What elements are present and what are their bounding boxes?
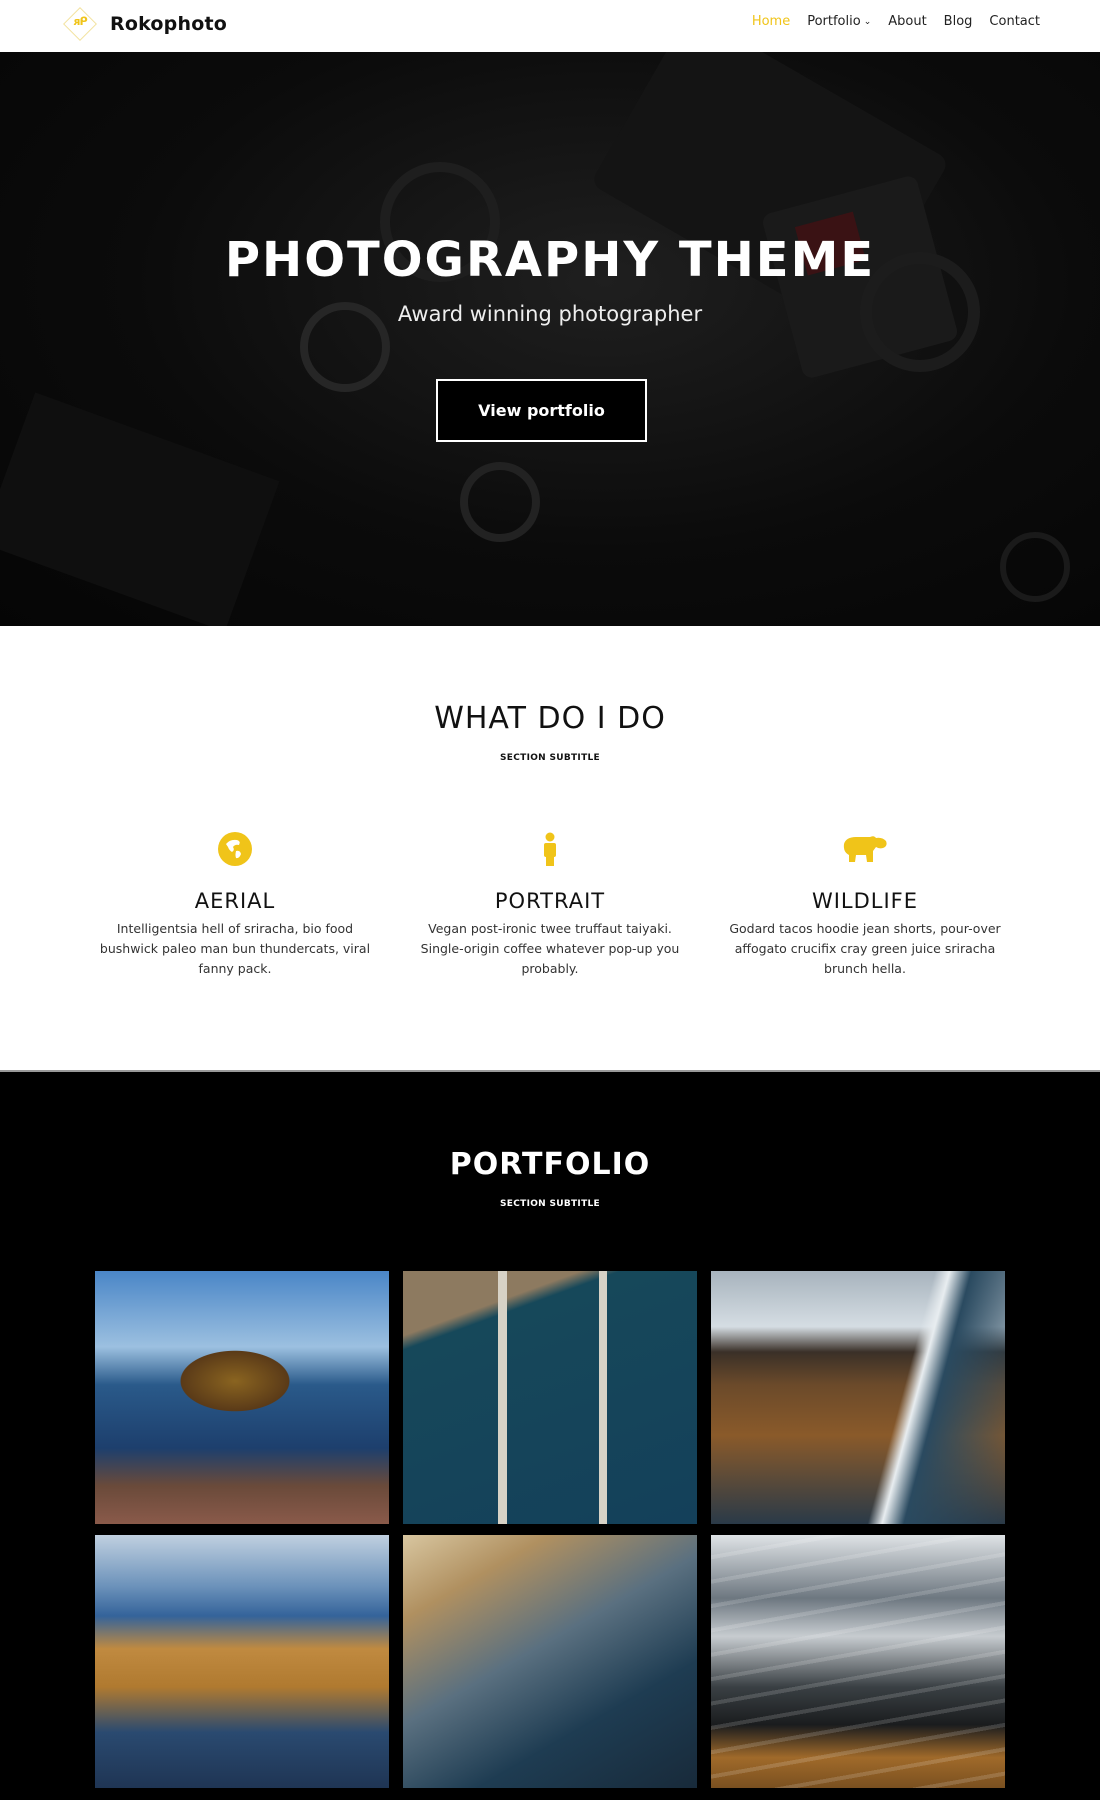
- service-name: PORTRAIT: [494, 889, 606, 913]
- hero-subtitle: Award winning photographer: [397, 302, 703, 326]
- nav-about[interactable]: About: [888, 14, 926, 29]
- service-wildlife: WILDLIFE Godard tacos hoodie jean shorts…: [715, 831, 1015, 979]
- hero-background-dial: [1000, 532, 1070, 602]
- view-portfolio-button[interactable]: View portfolio: [436, 379, 647, 442]
- hero-title: PHOTOGRAPHY THEME: [224, 232, 876, 288]
- brand-name: Rokophoto: [110, 13, 227, 35]
- portfolio-title: PORTFOLIO: [449, 1147, 651, 1182]
- services-subtitle: SECTION SUBTITLE: [500, 753, 600, 763]
- nav-portfolio[interactable]: Portfolio ⌄: [807, 14, 871, 29]
- service-portrait: PORTRAIT Vegan post-ironic twee truffaut…: [400, 831, 700, 979]
- portfolio-image[interactable]: [95, 1271, 389, 1524]
- service-name: WILDLIFE: [811, 889, 919, 913]
- nav-about-label: About: [888, 13, 927, 29]
- nav-home[interactable]: Home: [752, 14, 790, 29]
- portfolio-image[interactable]: [95, 1535, 389, 1788]
- service-description: Godard tacos hoodie jean shorts, pour-ov…: [729, 921, 1001, 976]
- brand-logo[interactable]: ᴙᑭ Rokophoto: [60, 4, 227, 44]
- portfolio-subtitle: SECTION SUBTITLE: [500, 1199, 600, 1209]
- nav-home-label: Home: [751, 13, 791, 29]
- portfolio-image[interactable]: [711, 1535, 1005, 1788]
- hippo-icon: [715, 831, 1015, 867]
- hero-background-dial: [460, 462, 540, 542]
- nav-blog-label: Blog: [943, 13, 973, 29]
- site-header: ᴙᑭ Rokophoto Home Portfolio ⌄ About Blog…: [0, 0, 1100, 52]
- portfolio-image[interactable]: [403, 1271, 697, 1524]
- services-section: WHAT DO I DO SECTION SUBTITLE AERIAL Int…: [0, 626, 1100, 1072]
- nav-blog[interactable]: Blog: [944, 14, 973, 29]
- services-title: WHAT DO I DO: [434, 701, 666, 736]
- portfolio-image[interactable]: [711, 1271, 1005, 1524]
- nav-portfolio-label: Portfolio: [807, 13, 861, 29]
- hero-section: PHOTOGRAPHY THEME Award winning photogra…: [0, 52, 1100, 626]
- service-description: Intelligentsia hell of sriracha, bio foo…: [99, 921, 371, 976]
- person-icon: [400, 831, 700, 867]
- service-name: AERIAL: [194, 889, 276, 913]
- main-nav: Home Portfolio ⌄ About Blog Contact: [752, 0, 1040, 42]
- portfolio-section: PORTFOLIO SECTION SUBTITLE: [0, 1072, 1100, 1800]
- hero-background-strap: [0, 392, 280, 626]
- service-aerial: AERIAL Intelligentsia hell of sriracha, …: [85, 831, 385, 979]
- nav-contact[interactable]: Contact: [989, 14, 1040, 29]
- service-description: Vegan post-ironic twee truffaut taiyaki.…: [420, 921, 680, 976]
- logo-diamond-icon: ᴙᑭ: [60, 4, 100, 44]
- nav-contact-label: Contact: [989, 13, 1040, 29]
- globe-icon: [85, 831, 385, 867]
- chevron-down-icon: ⌄: [863, 17, 872, 27]
- portfolio-image[interactable]: [403, 1535, 697, 1788]
